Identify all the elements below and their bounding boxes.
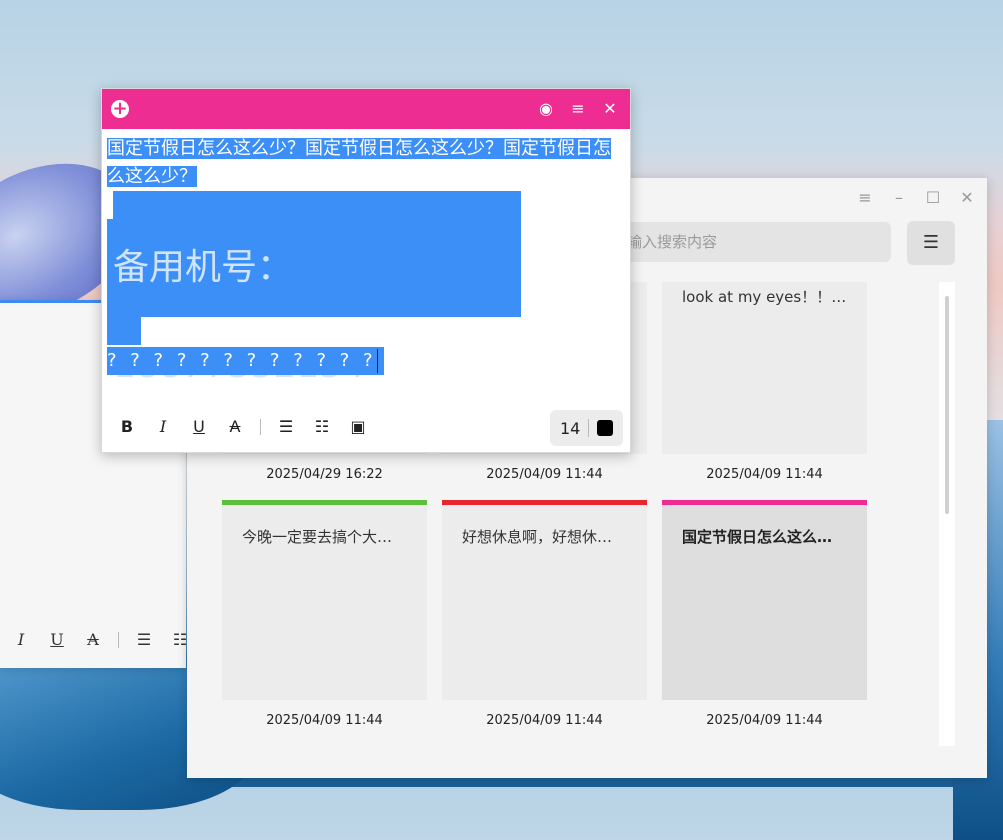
note-card-date: 2025/04/09 11:44 — [486, 713, 603, 728]
toolbar-divider — [588, 419, 590, 437]
numbered-list-icon[interactable]: ☷ — [311, 417, 333, 436]
background-editor-toolbar: I U A ☰ ☷ — [10, 630, 191, 649]
selected-text: 国定节假日怎么这么少？国定节假日怎么这么少？国定节假日怎么这么少？ — [107, 138, 611, 187]
underline-button[interactable]: U — [188, 417, 210, 436]
close-icon[interactable]: ✕ — [600, 99, 620, 119]
strikethrough-icon[interactable]: A — [82, 630, 104, 649]
note-header-controls: ◉ ≡ ✕ — [536, 99, 620, 119]
add-note-icon[interactable]: + — [111, 100, 129, 118]
close-icon[interactable]: ✕ — [957, 188, 977, 208]
scrollbar-thumb[interactable] — [945, 296, 949, 514]
note-card-date: 2025/04/09 11:44 — [266, 713, 383, 728]
note-card-title: 今晚一定要去搞个大… — [242, 528, 393, 546]
bold-button[interactable]: B — [116, 417, 138, 436]
note-color-bar — [442, 500, 647, 505]
selected-blank-line[interactable] — [113, 191, 521, 219]
palette-icon[interactable]: ◉ — [536, 99, 556, 119]
search-input[interactable]: 输入搜索内容 — [597, 222, 891, 262]
note-card[interactable]: 今晚一定要去搞个大… — [222, 500, 427, 700]
menu-icon[interactable]: ≡ — [855, 188, 875, 208]
toolbar-divider — [118, 631, 119, 648]
note-card-date: 2025/04/09 11:44 — [486, 467, 603, 482]
font-settings: 14 — [550, 410, 623, 446]
note-color-bar — [222, 500, 427, 505]
insert-image-icon[interactable]: ▣ — [347, 417, 369, 436]
scrollbar[interactable] — [939, 282, 955, 746]
note-text-line[interactable]: 国定节假日怎么这么少？国定节假日怎么这么少？国定节假日怎么这么少？ — [107, 135, 619, 191]
underline-icon[interactable]: U — [46, 630, 68, 649]
formatting-toolbar: B I U A ☰ ☷ ▣ — [116, 417, 369, 436]
font-size-selector[interactable]: 14 — [560, 419, 580, 438]
list-view-icon: ☰ — [922, 232, 940, 253]
text-color-swatch[interactable] — [596, 420, 613, 436]
note-card-selected[interactable]: 国定节假日怎么这么… — [662, 500, 867, 700]
italic-icon[interactable]: I — [10, 630, 32, 649]
note-card-title: 好想休息啊，好想休… — [462, 528, 613, 546]
note-card-date: 2025/04/09 11:44 — [706, 713, 823, 728]
bulleted-list-icon[interactable]: ☰ — [275, 417, 297, 436]
italic-button[interactable]: I — [152, 417, 174, 436]
selected-blank-line[interactable] — [107, 317, 141, 345]
note-text-line[interactable]: ? ? ? ? ? ? ? ? ? ? ? ? — [107, 347, 384, 375]
toolbar-divider — [260, 418, 261, 435]
note-header: + ◉ ≡ ✕ — [102, 89, 630, 129]
note-card[interactable]: look at my eyes！！… — [662, 282, 867, 454]
note-card-date: 2025/04/29 16:22 — [266, 467, 383, 482]
note-card-title: 国定节假日怎么这么… — [682, 528, 833, 546]
list-view-button[interactable]: ☰ — [907, 221, 955, 265]
selected-text: ? ? ? ? ? ? ? ? ? ? ? ? — [107, 350, 377, 371]
menu-icon[interactable]: ≡ — [568, 99, 588, 119]
note-large-text[interactable]: 备用机号：18877332134 — [107, 219, 521, 386]
note-card[interactable]: 好想休息啊，好想休… — [442, 500, 647, 700]
text-caret — [376, 349, 378, 373]
sticky-note-editor: + ◉ ≡ ✕ 国定节假日怎么这么少？国定节假日怎么这么少？国定节假日怎么这么少… — [101, 88, 631, 453]
window-controls: ≡ – ☐ ✕ — [855, 188, 977, 208]
bulleted-list-icon[interactable]: ☰ — [133, 630, 155, 649]
strikethrough-button[interactable]: A — [224, 417, 246, 436]
maximize-icon[interactable]: ☐ — [923, 188, 943, 208]
minimize-icon[interactable]: – — [889, 188, 909, 208]
note-color-bar — [662, 500, 867, 505]
note-card-date: 2025/04/09 11:44 — [706, 467, 823, 482]
note-card-title: look at my eyes！！… — [682, 288, 847, 306]
